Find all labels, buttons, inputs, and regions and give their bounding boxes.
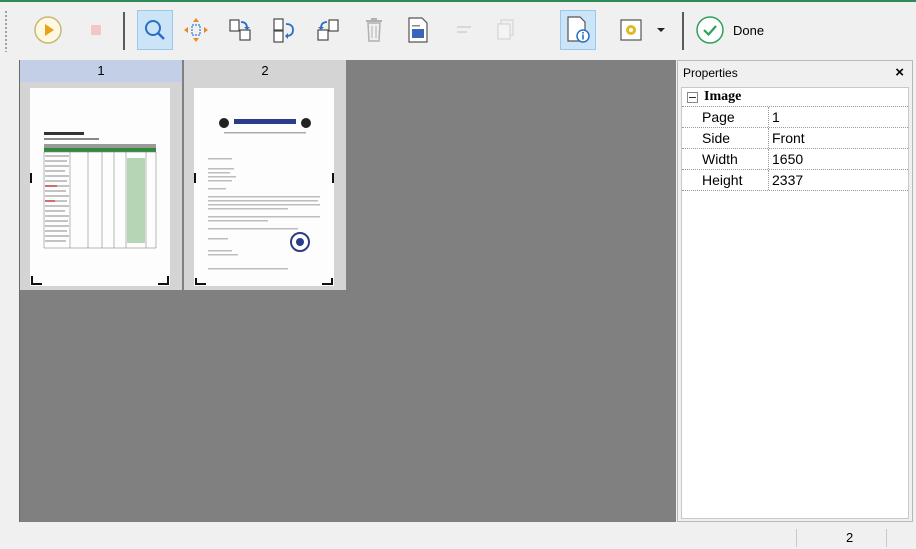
flip-icon (273, 18, 294, 43)
property-row-side[interactable]: Side Front (682, 128, 908, 149)
close-icon[interactable]: × (895, 61, 904, 85)
page-thumbnail-2[interactable]: 2 (184, 60, 346, 290)
play-icon (34, 16, 62, 44)
property-key: Height (682, 170, 769, 190)
property-key: Page (682, 107, 769, 127)
play-button[interactable] (30, 10, 66, 50)
property-value: 1 (772, 109, 780, 125)
property-row-width[interactable]: Width 1650 (682, 149, 908, 170)
property-value: 2337 (772, 172, 804, 188)
toolbar-separator (123, 12, 125, 50)
pages-area[interactable]: 1 2 (19, 60, 676, 522)
done-label: Done (733, 22, 765, 38)
scan-page-button[interactable] (400, 10, 436, 50)
property-row-height[interactable]: Height 2337 (682, 170, 908, 191)
status-separator (796, 529, 797, 547)
property-grid: Image Page 1 Side Front Width 1650 Heigh… (681, 87, 909, 519)
copy-button[interactable] (488, 10, 524, 50)
toolbar-grip[interactable] (4, 10, 8, 52)
property-row-page[interactable]: Page 1 (682, 107, 908, 128)
copy-icon (497, 19, 514, 40)
property-key: Side (682, 128, 769, 148)
collapse-icon[interactable] (687, 91, 698, 103)
checkmark-icon (696, 16, 724, 44)
rotate-left-icon (317, 19, 339, 41)
page-number: 2 (261, 63, 269, 78)
text-lines-icon (457, 26, 471, 33)
properties-header: Properties × (678, 61, 912, 85)
toolbar: Done (0, 0, 916, 62)
properties-panel: Properties × Image Page 1 Side Front Wid… (677, 60, 913, 522)
status-bar: 2 (0, 526, 916, 549)
move-icon (184, 18, 208, 42)
stop-icon (91, 25, 101, 35)
rotate-right-icon (229, 19, 251, 41)
page-number: 1 (20, 60, 182, 82)
done-button[interactable]: Done (695, 10, 781, 50)
zoom-button[interactable] (137, 10, 173, 50)
flip-button[interactable] (266, 10, 302, 50)
category-label: Image (704, 89, 742, 104)
settings-button[interactable] (613, 10, 649, 50)
properties-title: Properties (683, 66, 738, 80)
rotate-left-button[interactable] (310, 10, 346, 50)
rotate-right-button[interactable] (222, 10, 258, 50)
chevron-down-icon (657, 28, 665, 32)
page-info-icon (567, 16, 590, 43)
settings-icon (620, 19, 642, 41)
property-category-image[interactable]: Image (682, 88, 908, 107)
scan-page-icon (408, 17, 428, 43)
text-tool-button[interactable] (446, 10, 482, 50)
status-separator (886, 529, 887, 547)
property-value: Front (772, 130, 805, 146)
page-image (194, 88, 334, 286)
magnifier-icon (145, 20, 165, 40)
page-count: 2 (846, 530, 854, 545)
page-info-button[interactable] (560, 10, 596, 50)
page-image (30, 88, 170, 286)
toolbar-separator (682, 12, 684, 50)
delete-button[interactable] (356, 10, 392, 50)
trash-icon (366, 18, 382, 42)
page-thumbnail-1[interactable]: 1 (20, 60, 182, 290)
settings-dropdown[interactable] (652, 10, 670, 50)
move-button[interactable] (178, 10, 214, 50)
property-key: Width (682, 149, 769, 169)
stop-button[interactable] (78, 10, 114, 50)
property-value: 1650 (772, 151, 804, 167)
